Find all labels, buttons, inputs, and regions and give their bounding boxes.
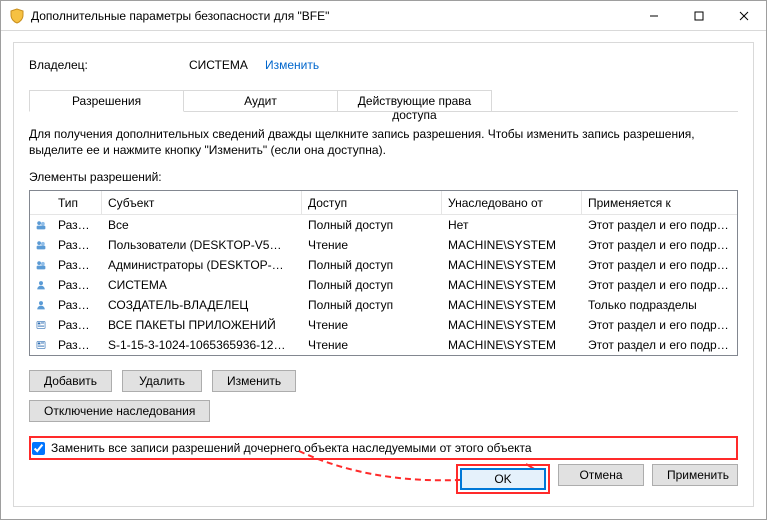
- cell-inherited: MACHINE\SYSTEM: [442, 318, 582, 332]
- cell-inherited: MACHINE\SYSTEM: [442, 278, 582, 292]
- tab-audit[interactable]: Аудит: [183, 90, 338, 112]
- principal-icon: [30, 257, 52, 273]
- cell-subject: СОЗДАТЕЛЬ-ВЛАДЕЛЕЦ: [102, 298, 302, 312]
- permissions-section-label: Элементы разрешений:: [29, 170, 738, 184]
- page-body: Владелец: СИСТЕМА Изменить Разрешения Ау…: [13, 42, 754, 507]
- disable-inheritance-button[interactable]: Отключение наследования: [29, 400, 210, 422]
- table-row[interactable]: Разр…ВСЕ ПАКЕТЫ ПРИЛОЖЕНИЙЧтениеMACHINE\…: [30, 315, 737, 335]
- tab-effective-access[interactable]: Действующие права доступа: [337, 90, 492, 112]
- col-inherited[interactable]: Унаследовано от: [442, 191, 582, 215]
- cell-type: Разр…: [52, 298, 102, 312]
- edit-button[interactable]: Изменить: [212, 370, 296, 392]
- cell-applies: Этот раздел и его подразделы: [582, 338, 737, 352]
- table-row[interactable]: Разр…S-1-15-3-1024-1065365936-12…ЧтениеM…: [30, 335, 737, 355]
- cell-inherited: Нет: [442, 218, 582, 232]
- cell-applies: Этот раздел и его подразделы: [582, 278, 737, 292]
- cell-applies: Этот раздел и его подразделы: [582, 258, 737, 272]
- principal-icon: [30, 217, 52, 233]
- cell-access: Полный доступ: [302, 278, 442, 292]
- ok-button[interactable]: OK: [460, 468, 546, 490]
- replace-children-row: Заменить все записи разрешений дочернего…: [29, 436, 738, 460]
- grid-header: Тип Субъект Доступ Унаследовано от Приме…: [30, 191, 737, 215]
- owner-row: Владелец: СИСТЕМА Изменить: [29, 58, 738, 72]
- col-type[interactable]: Тип: [52, 191, 102, 215]
- col-access[interactable]: Доступ: [302, 191, 442, 215]
- principal-icon: [30, 337, 52, 353]
- cell-inherited: MACHINE\SYSTEM: [442, 238, 582, 252]
- cell-subject: Администраторы (DESKTOP-…: [102, 258, 302, 272]
- cell-type: Разр…: [52, 218, 102, 232]
- maximize-button[interactable]: [676, 1, 721, 31]
- cell-subject: Все: [102, 218, 302, 232]
- cell-access: Чтение: [302, 338, 442, 352]
- cell-applies: Только подразделы: [582, 298, 737, 312]
- cell-access: Полный доступ: [302, 298, 442, 312]
- cell-inherited: MACHINE\SYSTEM: [442, 258, 582, 272]
- replace-children-label[interactable]: Заменить все записи разрешений дочернего…: [51, 441, 532, 455]
- cancel-button[interactable]: Отмена: [558, 464, 644, 486]
- cell-type: Разр…: [52, 338, 102, 352]
- owner-value: СИСТЕМА: [189, 58, 259, 72]
- cell-access: Чтение: [302, 318, 442, 332]
- cell-subject: Пользователи (DESKTOP-V5…: [102, 238, 302, 252]
- owner-label: Владелец:: [29, 58, 189, 72]
- permissions-grid: Тип Субъект Доступ Унаследовано от Приме…: [29, 190, 738, 356]
- close-button[interactable]: [721, 1, 766, 31]
- cell-subject: ВСЕ ПАКЕТЫ ПРИЛОЖЕНИЙ: [102, 318, 302, 332]
- cell-subject: СИСТЕМА: [102, 278, 302, 292]
- cell-access: Полный доступ: [302, 218, 442, 232]
- cell-access: Чтение: [302, 238, 442, 252]
- cell-applies: Этот раздел и его подразделы: [582, 218, 737, 232]
- cell-type: Разр…: [52, 278, 102, 292]
- titlebar: Дополнительные параметры безопасности дл…: [1, 1, 766, 31]
- cell-inherited: MACHINE\SYSTEM: [442, 338, 582, 352]
- principal-icon: [30, 297, 52, 313]
- add-button[interactable]: Добавить: [29, 370, 112, 392]
- table-row[interactable]: Разр…Администраторы (DESKTOP-…Полный дос…: [30, 255, 737, 275]
- table-row[interactable]: Разр…Пользователи (DESKTOP-V5…ЧтениеMACH…: [30, 235, 737, 255]
- tab-strip: Разрешения Аудит Действующие права досту…: [29, 90, 738, 112]
- cell-subject: S-1-15-3-1024-1065365936-12…: [102, 338, 302, 352]
- apply-button[interactable]: Применить: [652, 464, 738, 486]
- tab-permissions[interactable]: Разрешения: [29, 90, 184, 112]
- hint-text: Для получения дополнительных сведений дв…: [29, 126, 738, 158]
- cell-applies: Этот раздел и его подразделы: [582, 238, 737, 252]
- grid-body: Разр…ВсеПолный доступНетЭтот раздел и ег…: [30, 215, 737, 355]
- principal-icon: [30, 277, 52, 293]
- col-subject[interactable]: Субъект: [102, 191, 302, 215]
- principal-icon: [30, 237, 52, 253]
- cell-type: Разр…: [52, 238, 102, 252]
- table-row[interactable]: Разр…ВсеПолный доступНетЭтот раздел и ег…: [30, 215, 737, 235]
- table-row[interactable]: Разр…СОЗДАТЕЛЬ-ВЛАДЕЛЕЦПолный доступMACH…: [30, 295, 737, 315]
- cell-type: Разр…: [52, 318, 102, 332]
- window-title: Дополнительные параметры безопасности дл…: [31, 9, 631, 23]
- minimize-button[interactable]: [631, 1, 676, 31]
- grid-button-row: Добавить Удалить Изменить: [29, 370, 738, 392]
- cell-inherited: MACHINE\SYSTEM: [442, 298, 582, 312]
- shield-icon: [9, 8, 25, 24]
- remove-button[interactable]: Удалить: [122, 370, 202, 392]
- owner-change-link[interactable]: Изменить: [265, 58, 319, 72]
- ok-highlight: OK: [456, 464, 550, 494]
- replace-children-checkbox[interactable]: [32, 442, 45, 455]
- cell-applies: Этот раздел и его подразделы: [582, 318, 737, 332]
- cell-type: Разр…: [52, 258, 102, 272]
- table-row[interactable]: Разр…СИСТЕМАПолный доступMACHINE\SYSTEMЭ…: [30, 275, 737, 295]
- col-applies[interactable]: Применяется к: [582, 191, 737, 215]
- footer-buttons: OK Отмена Применить: [456, 464, 738, 494]
- principal-icon: [30, 317, 52, 333]
- cell-access: Полный доступ: [302, 258, 442, 272]
